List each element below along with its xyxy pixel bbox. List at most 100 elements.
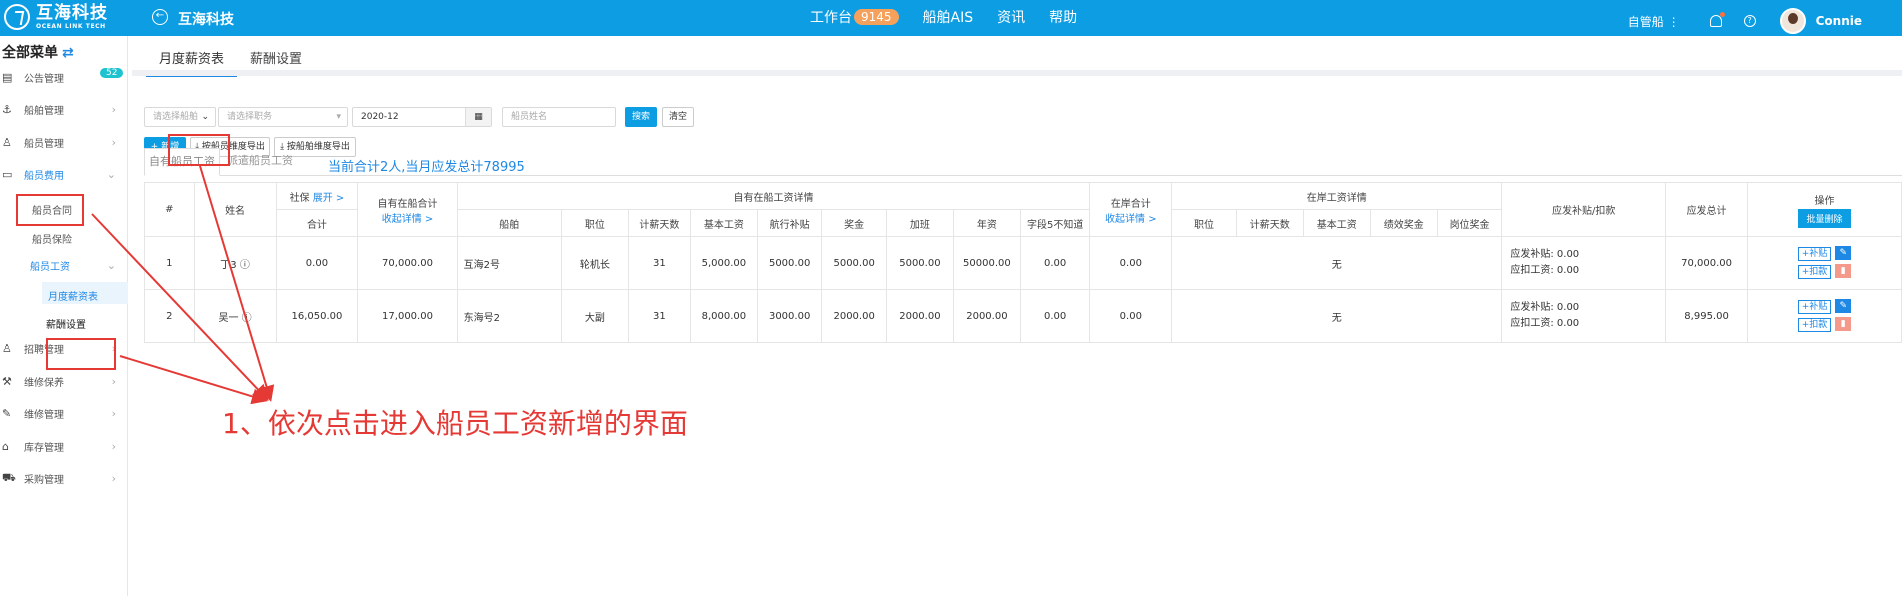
month-picker[interactable]: 2020-12 ▦ [352,107,492,127]
cell-ashore-detail: 无 [1171,236,1503,290]
sidebar-item-maintenance[interactable]: ⚒ 维修保养 › [0,370,128,392]
sidebar-sub-salary[interactable]: 船员工资 ⌄ [22,254,128,276]
sidebar-item-label: 公告管理 [24,73,64,85]
logo[interactable]: 互海科技 OCEAN LINK TECH [4,4,108,30]
cell-bonus: 5000.00 [821,236,887,290]
cell-social: 0.00 [275,236,359,290]
ship-select[interactable]: 请选择船舶 ⌄ [144,107,216,127]
cell-ops: +补贴 ✎ +扣款 ▮ [1747,289,1902,343]
nav-help[interactable]: 帮助 [1049,7,1077,27]
back-arrow-icon[interactable]: ← [152,9,168,25]
top-nav: 工作台 9145 船舶AIS 资讯 帮助 [810,7,1101,27]
cell-adjust: 应发补贴: 0.00 应扣工资: 0.00 [1501,236,1667,290]
col-ops-label: 操作 [1814,195,1835,207]
col-onboard-detail: 自有在船工资详情 [456,182,1091,210]
sidebar-item-label: 船舶管理 [24,105,64,117]
trash-icon[interactable]: ▮ [1835,264,1852,278]
nav-ship-ais[interactable]: 船舶AIS [923,7,974,27]
add-allowance-button[interactable]: +补贴 [1797,247,1832,261]
calendar-icon[interactable]: ▦ [465,108,491,126]
sidebar-item-crew[interactable]: ♙ 船员管理 › [0,131,128,153]
crew-name-input[interactable]: 船员姓名 [502,107,616,127]
cell-ops: +补贴 ✎ +扣款 ▮ [1747,236,1902,290]
cell-ship: 互海2号 [456,236,562,290]
cell-onboard-total: 17,000.00 [357,289,458,343]
cell-overtime: 2000.00 [885,289,954,343]
cell-voyage: 5000.00 [756,236,823,290]
swap-icon[interactable]: ⇄ [62,45,74,61]
cell-grand-total: 70,000.00 [1665,236,1748,290]
chevron-down-icon: ⌄ [201,112,209,122]
help-icon[interactable]: ? [1743,15,1756,27]
sidebar-sub-monthly-salary[interactable]: 月度薪资表 [48,288,98,303]
col-pay-days: 计薪天数 [627,209,691,237]
pencil-icon[interactable]: ✎ [1835,246,1852,260]
bulk-delete-button[interactable]: 批量删除 [1798,208,1851,228]
trash-icon[interactable]: ▮ [1835,317,1852,331]
col-post-bonus: 岗位奖金 [1436,209,1503,237]
sidebar-item-label: 船员管理 [24,138,64,150]
sidebar-item-label: 船员工资 [30,261,70,273]
col-ashore-base: 基本工资 [1302,209,1371,237]
cell-days: 31 [627,289,691,343]
search-button[interactable]: 搜索 [625,107,657,127]
cell-position: 轮机长 [560,236,629,290]
bell-icon[interactable] [1709,12,1725,27]
col-ship: 船舶 [456,209,562,237]
sidebar-item-purchase[interactable]: ⛟ 采购管理 › [0,467,128,489]
sidebar-item-repair[interactable]: ✎ 维修管理 › [0,402,128,424]
cell-name-text: 吴一 [218,312,239,324]
col-ashore-days: 计薪天数 [1235,209,1304,237]
notice-count-badge: 52 [100,68,124,78]
sidebar-item-notice[interactable]: ▤ 公告管理 52 [0,66,128,88]
info-icon[interactable]: ⓘ [242,313,252,324]
cell-voyage: 3000.00 [756,289,823,343]
tab-dispatched-crew-salary[interactable]: 派遣船员工资 [222,148,298,176]
username[interactable]: Connie [1816,14,1862,28]
cell-field5: 0.00 [1019,289,1091,343]
col-performance-bonus: 绩效奖金 [1369,209,1438,237]
chevron-right-icon: › [111,135,116,149]
nav-news[interactable]: 资讯 [997,7,1025,27]
ashore-collapse-link[interactable]: 收起详情 > [1090,210,1171,225]
cell-ashore-detail: 无 [1171,289,1503,343]
sidebar-sub-salary-settings[interactable]: 薪酬设置 [46,316,86,331]
collapse-detail-link[interactable]: 收起详情 > [358,210,456,225]
nav-workbench[interactable]: 工作台 9145 [810,7,899,27]
chevron-down-icon: ⌄ [106,258,116,272]
sidebar-sub-insurance[interactable]: 船员保险 [32,231,72,246]
col-base-salary: 基本工资 [689,209,758,237]
pencil-icon[interactable]: ✎ [1835,299,1852,313]
col-name: 姓名 [193,182,277,237]
add-deduction-button[interactable]: +扣款 [1797,318,1832,332]
col-index: # [144,182,195,237]
add-allowance-button[interactable]: +补贴 [1797,300,1832,314]
add-deduction-button[interactable]: +扣款 [1797,265,1832,279]
nav-workbench-label: 工作台 [810,10,852,26]
col-ashore-total-label: 在岸合计 [1110,198,1151,210]
cell-name: 吴一 ⓘ [193,289,277,343]
sidebar-item-crew-expense[interactable]: ▭ 船员费用 ⌄ [0,163,128,185]
cell-ashore-total: 0.00 [1089,289,1173,343]
expand-link[interactable]: 展开 > [313,193,345,204]
person-icon: ♙ [2,341,12,355]
sidebar-item-label: 库存管理 [24,442,64,454]
anchor-icon: ⚓ [2,102,12,116]
avatar[interactable] [1779,8,1806,34]
chevron-right-icon: › [111,471,116,485]
ship-type-selector[interactable]: 自管船 ⋮ [1628,13,1680,30]
col-onboard-total-label: 自有在船合计 [377,198,438,210]
position-select[interactable]: 请选择职务 ▾ [218,107,348,127]
chevron-right-icon: › [111,102,116,116]
clear-button[interactable]: 清空 [662,107,694,127]
info-icon[interactable]: ⓘ [240,260,250,271]
ship-select-placeholder: 请选择船舶 [153,112,199,122]
sidebar-item-ship[interactable]: ⚓ 船舶管理 › [0,98,128,120]
sidebar-item-inventory[interactable]: ⌂ 库存管理 › [0,435,128,457]
cell-adjust: 应发补贴: 0.00 应扣工资: 0.00 [1501,289,1667,343]
cell-allowance: 应发补贴: 0.00 [1510,302,1580,313]
col-social-security: 社保 展开 > [275,182,359,210]
divider [132,70,1902,76]
cell-name: 丁3 ⓘ [193,236,277,290]
cell-days: 31 [627,236,691,290]
